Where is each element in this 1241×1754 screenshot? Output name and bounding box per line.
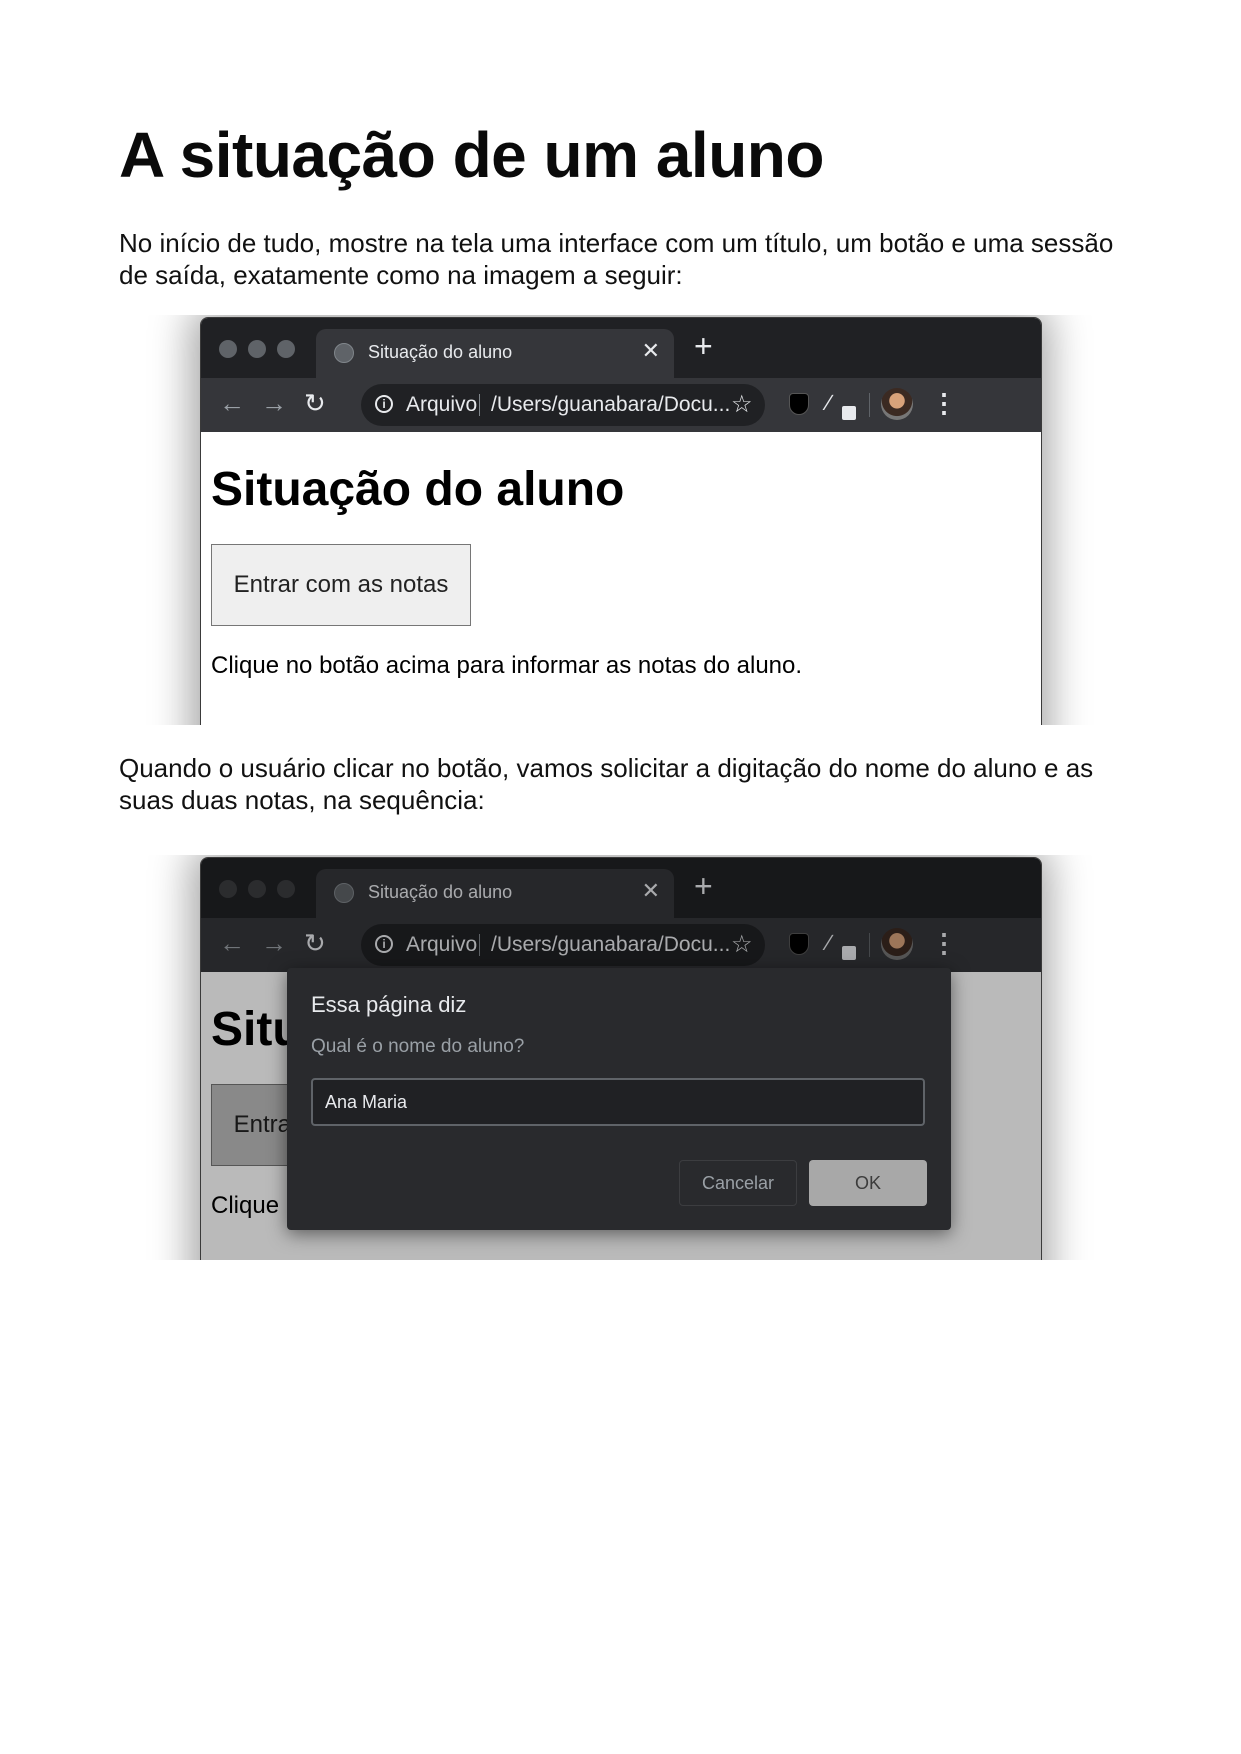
forward-icon[interactable]: → xyxy=(261,928,287,959)
dialog-title: Essa página diz xyxy=(311,992,467,1017)
pen-extension-icon[interactable]: ∕ xyxy=(827,390,831,416)
tab-title: Situação do aluno xyxy=(368,882,513,902)
window-controls xyxy=(219,880,306,903)
bookmark-star-icon[interactable]: ☆ xyxy=(731,390,753,419)
dialog-message: Qual é o nome do aluno? xyxy=(311,1036,525,1057)
close-window-button[interactable] xyxy=(219,880,237,898)
enter-grades-button[interactable]: Entrar com as notas xyxy=(211,544,471,626)
output-section: Clique no botão acima para informar as n… xyxy=(211,652,803,679)
reload-icon[interactable]: ↻ xyxy=(304,388,326,419)
close-tab-icon[interactable]: ✕ xyxy=(642,338,660,364)
browser-toolbar: ← → ↻ i Arquivo /Users/guanabara/Docu...… xyxy=(201,378,1041,432)
profile-avatar[interactable] xyxy=(881,388,913,420)
address-bar[interactable]: i Arquivo /Users/guanabara/Docu... ☆ xyxy=(361,384,765,426)
forward-icon[interactable]: → xyxy=(261,388,287,419)
menu-kebab-icon[interactable]: ⋮ xyxy=(931,388,957,419)
address-bar[interactable]: i Arquivo /Users/guanabara/Docu... ☆ xyxy=(361,924,765,966)
maximize-window-button[interactable] xyxy=(277,880,295,898)
globe-icon xyxy=(334,343,354,363)
back-icon[interactable]: ← xyxy=(219,928,245,959)
browser-toolbar: ← → ↻ i Arquivo /Users/guanabara/Docu...… xyxy=(201,918,1041,972)
browser-window: Situação do aluno ✕ + ← → ↻ i Arquivo /U… xyxy=(200,317,1042,725)
minimize-window-button[interactable] xyxy=(248,880,266,898)
close-window-button[interactable] xyxy=(219,340,237,358)
page-content: Situação do aluno Entrar com as notas Cl… xyxy=(201,432,1041,725)
intro-paragraph: No início de tudo, mostre na tela uma in… xyxy=(119,228,1114,290)
shield-extension-icon[interactable] xyxy=(789,393,809,415)
maximize-window-button[interactable] xyxy=(277,340,295,358)
profile-avatar[interactable] xyxy=(881,928,913,960)
tab-situacao-do-aluno[interactable]: Situação do aluno ✕ xyxy=(316,329,674,378)
reload-icon[interactable]: ↻ xyxy=(304,928,326,959)
tab-title: Situação do aluno xyxy=(368,342,513,362)
new-tab-button[interactable]: + xyxy=(694,330,713,362)
tab-strip: Situação do aluno ✕ + xyxy=(201,858,1041,918)
shield-extension-icon[interactable] xyxy=(789,933,809,955)
new-tab-button[interactable]: + xyxy=(694,870,713,902)
globe-icon xyxy=(334,883,354,903)
student-name-input[interactable]: Ana Maria xyxy=(311,1078,925,1126)
address-scheme-label: Arquivo xyxy=(406,933,478,956)
close-tab-icon[interactable]: ✕ xyxy=(642,878,660,904)
info-icon[interactable]: i xyxy=(375,935,393,953)
info-icon[interactable]: i xyxy=(375,395,393,413)
minimize-window-button[interactable] xyxy=(248,340,266,358)
prompt-dialog: Essa página diz Qual é o nome do aluno? … xyxy=(287,968,951,1230)
address-url[interactable]: /Users/guanabara/Docu... xyxy=(491,393,730,417)
pen-extension-icon[interactable]: ∕ xyxy=(827,930,831,956)
bookmark-star-icon[interactable]: ☆ xyxy=(731,930,753,959)
browser-screenshot-initial: Situação do aluno ✕ + ← → ↻ i Arquivo /U… xyxy=(120,315,1120,725)
window-controls xyxy=(219,340,306,363)
tab-strip: Situação do aluno ✕ + xyxy=(201,318,1041,378)
document-title: A situação de um aluno xyxy=(119,119,824,191)
page-heading: Situação do aluno xyxy=(211,463,625,516)
address-url[interactable]: /Users/guanabara/Docu... xyxy=(491,933,730,957)
cancel-button[interactable]: Cancelar xyxy=(679,1160,797,1206)
address-scheme-label: Arquivo xyxy=(406,393,478,416)
menu-kebab-icon[interactable]: ⋮ xyxy=(931,928,957,959)
tab-situacao-do-aluno[interactable]: Situação do aluno ✕ xyxy=(316,869,674,918)
second-paragraph: Quando o usuário clicar no botão, vamos … xyxy=(119,753,1094,815)
back-icon[interactable]: ← xyxy=(219,388,245,419)
ok-button[interactable]: OK xyxy=(809,1160,927,1206)
